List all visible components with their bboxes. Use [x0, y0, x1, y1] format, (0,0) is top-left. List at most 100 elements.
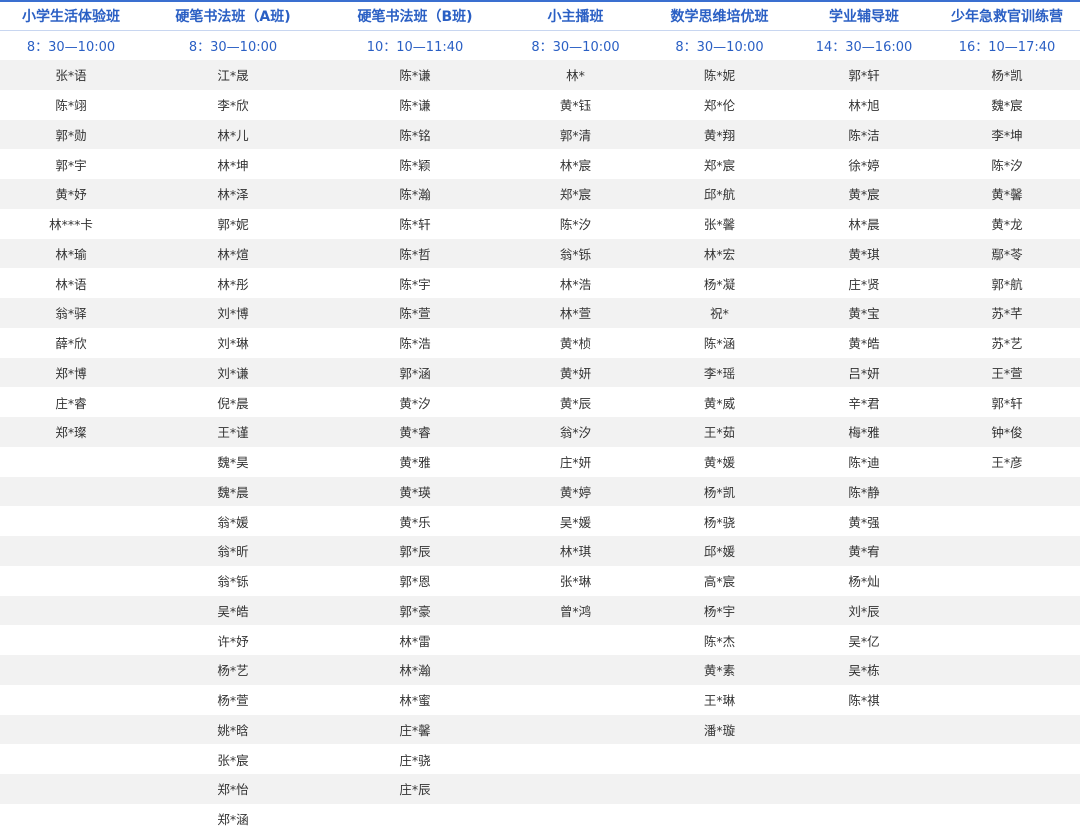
- class-title: 硬笔书法班（B班): [357, 9, 473, 25]
- student-name-cell: 林*语: [0, 268, 142, 298]
- student-name-cell: 张*语: [0, 60, 142, 90]
- class-title: 少年急救官训练营: [951, 9, 1063, 25]
- student-name-cell: 庄*贤: [794, 268, 934, 298]
- student-name-cell: 翁*铄: [142, 565, 324, 596]
- table-row: 林***卡 郭*妮 陈*轩 陈*汐 张*馨 林*晨 黄*龙: [0, 208, 1080, 239]
- student-name-cell: 陈*铭: [324, 119, 506, 150]
- student-name-cell: [506, 655, 645, 685]
- student-name-cell: 黄*馨: [934, 179, 1080, 209]
- table-row: 张*语 江*晟 陈*谦 林* 陈*妮 郭*轩 杨*凯: [0, 60, 1080, 90]
- student-name-cell: 郭*清: [506, 119, 645, 150]
- student-name-cell: 林*瀚: [324, 655, 506, 685]
- student-name-cell: 潘*璇: [645, 714, 794, 745]
- student-name-cell: 曾*鸿: [506, 595, 645, 626]
- student-name-cell: 杨*灿: [794, 565, 934, 596]
- table-row: 郭*宇 林*坤 陈*颖 林*宸 郑*宸 徐*婷 陈*汐: [0, 149, 1080, 179]
- student-name-cell: 林*浩: [506, 268, 645, 298]
- student-name-cell: 辛*君: [794, 387, 934, 417]
- table-row: 陈*翊 李*欣 陈*谦 黄*钰 郑*伦 林*旭 魏*宸: [0, 89, 1080, 120]
- student-name-cell: 林*泽: [142, 179, 324, 209]
- student-name-cell: 郭*航: [934, 268, 1080, 298]
- class-time: 8：30—10:00: [645, 30, 794, 60]
- student-name-cell: [934, 625, 1080, 655]
- student-name-cell: 林*蜜: [324, 684, 506, 715]
- student-name-cell: 张*馨: [645, 208, 794, 239]
- class-time: 8：30—10:00: [142, 30, 324, 60]
- student-name-cell: [0, 655, 142, 685]
- student-name-cell: 陈*翊: [0, 89, 142, 120]
- student-name-cell: [934, 774, 1080, 804]
- student-name-cell: 王*谨: [142, 417, 324, 447]
- student-name-cell: 陈*哲: [324, 238, 506, 269]
- student-name-cell: 魏*昊: [142, 446, 324, 477]
- student-name-cell: 张*宸: [142, 744, 324, 774]
- student-name-cell: [934, 803, 1080, 834]
- class-title: 小学生活体验班: [22, 9, 120, 25]
- student-name-cell: [934, 595, 1080, 626]
- table-row: 翁*媛 黄*乐 吴*媛 杨*骁 黄*强: [0, 506, 1080, 536]
- table-row: 林*语 林*彤 陈*宇 林*浩 杨*凝 庄*贤 郭*航: [0, 268, 1080, 298]
- student-name-cell: 吴*亿: [794, 625, 934, 655]
- student-name-cell: [794, 803, 934, 834]
- student-name-cell: 黄*辰: [506, 387, 645, 417]
- student-name-cell: 林*旭: [794, 89, 934, 120]
- student-name-cell: 林*琪: [506, 536, 645, 566]
- student-name-cell: [645, 774, 794, 804]
- class-roster-table: 小学生活体验班 硬笔书法班（A班) 硬笔书法班（B班) 小主播班 数学思维培优班…: [0, 2, 1080, 834]
- table-row: 吴*皓 郭*豪 曾*鸿 杨*宇 刘*辰: [0, 595, 1080, 626]
- student-name-cell: 庄*辰: [324, 774, 506, 804]
- student-name-cell: 林*萱: [506, 298, 645, 328]
- student-name-cell: [645, 803, 794, 834]
- student-name-cell: 陈*颖: [324, 149, 506, 179]
- student-name-cell: 黄*素: [645, 655, 794, 685]
- student-name-cell: 李*坤: [934, 119, 1080, 150]
- class-time: 14：30—16:00: [794, 30, 934, 60]
- class-title: 硬笔书法班（A班): [175, 9, 291, 25]
- student-name-cell: 翁*昕: [142, 536, 324, 566]
- class-time: 10：10—11:40: [324, 30, 506, 60]
- student-name-cell: 陈*祺: [794, 684, 934, 715]
- table-row: 黄*妤 林*泽 陈*瀚 郑*宸 邱*航 黄*宸 黄*馨: [0, 179, 1080, 209]
- student-name-cell: 黄*宥: [794, 536, 934, 566]
- student-name-cell: 鄢*苓: [934, 238, 1080, 269]
- student-name-cell: 徐*婷: [794, 149, 934, 179]
- student-name-cell: 王*茹: [645, 417, 794, 447]
- student-name-cell: 王*彦: [934, 446, 1080, 477]
- student-name-cell: 梅*雅: [794, 417, 934, 447]
- student-name-cell: 苏*芊: [934, 298, 1080, 328]
- student-name-cell: 黄*皓: [794, 327, 934, 358]
- student-name-cell: 郑*怡: [142, 774, 324, 804]
- student-name-cell: [794, 774, 934, 804]
- student-name-cell: 陈*汐: [506, 208, 645, 239]
- student-name-cell: 黄*宝: [794, 298, 934, 328]
- student-name-cell: 黄*威: [645, 387, 794, 417]
- student-name-cell: 陈*瀚: [324, 179, 506, 209]
- student-name-cell: 黄*妍: [506, 357, 645, 388]
- student-name-cell: 黄*睿: [324, 417, 506, 447]
- student-name-cell: 林*瑜: [0, 238, 142, 269]
- student-name-cell: 杨*宇: [645, 595, 794, 626]
- student-name-cell: 郑*博: [0, 357, 142, 388]
- student-name-cell: 吕*妍: [794, 357, 934, 388]
- student-name-cell: 陈*浩: [324, 327, 506, 358]
- student-name-cell: 郑*伦: [645, 89, 794, 120]
- student-name-cell: 林*: [506, 60, 645, 90]
- table-row: 郑*涵: [0, 803, 1080, 834]
- student-name-cell: 陈*涵: [645, 327, 794, 358]
- student-name-cell: 王*琳: [645, 684, 794, 715]
- class-time: 8：30—10:00: [506, 30, 645, 60]
- table-row: 翁*驿 刘*博 陈*萱 林*萱 祝* 黄*宝 苏*芊: [0, 298, 1080, 328]
- student-name-cell: 郭*勋: [0, 119, 142, 150]
- student-name-cell: 黄*瑛: [324, 476, 506, 507]
- student-name-cell: 郭*豪: [324, 595, 506, 626]
- student-name-cell: 刘*辰: [794, 595, 934, 626]
- student-name-cell: 苏*艺: [934, 327, 1080, 358]
- student-name-cell: 陈*轩: [324, 208, 506, 239]
- student-name-cell: 李*欣: [142, 89, 324, 120]
- student-name-cell: 林*宸: [506, 149, 645, 179]
- student-name-cell: 黄*汐: [324, 387, 506, 417]
- student-name-cell: [506, 684, 645, 715]
- student-name-cell: 许*妤: [142, 625, 324, 655]
- student-name-cell: 杨*凯: [645, 476, 794, 507]
- student-name-cell: 翁*驿: [0, 298, 142, 328]
